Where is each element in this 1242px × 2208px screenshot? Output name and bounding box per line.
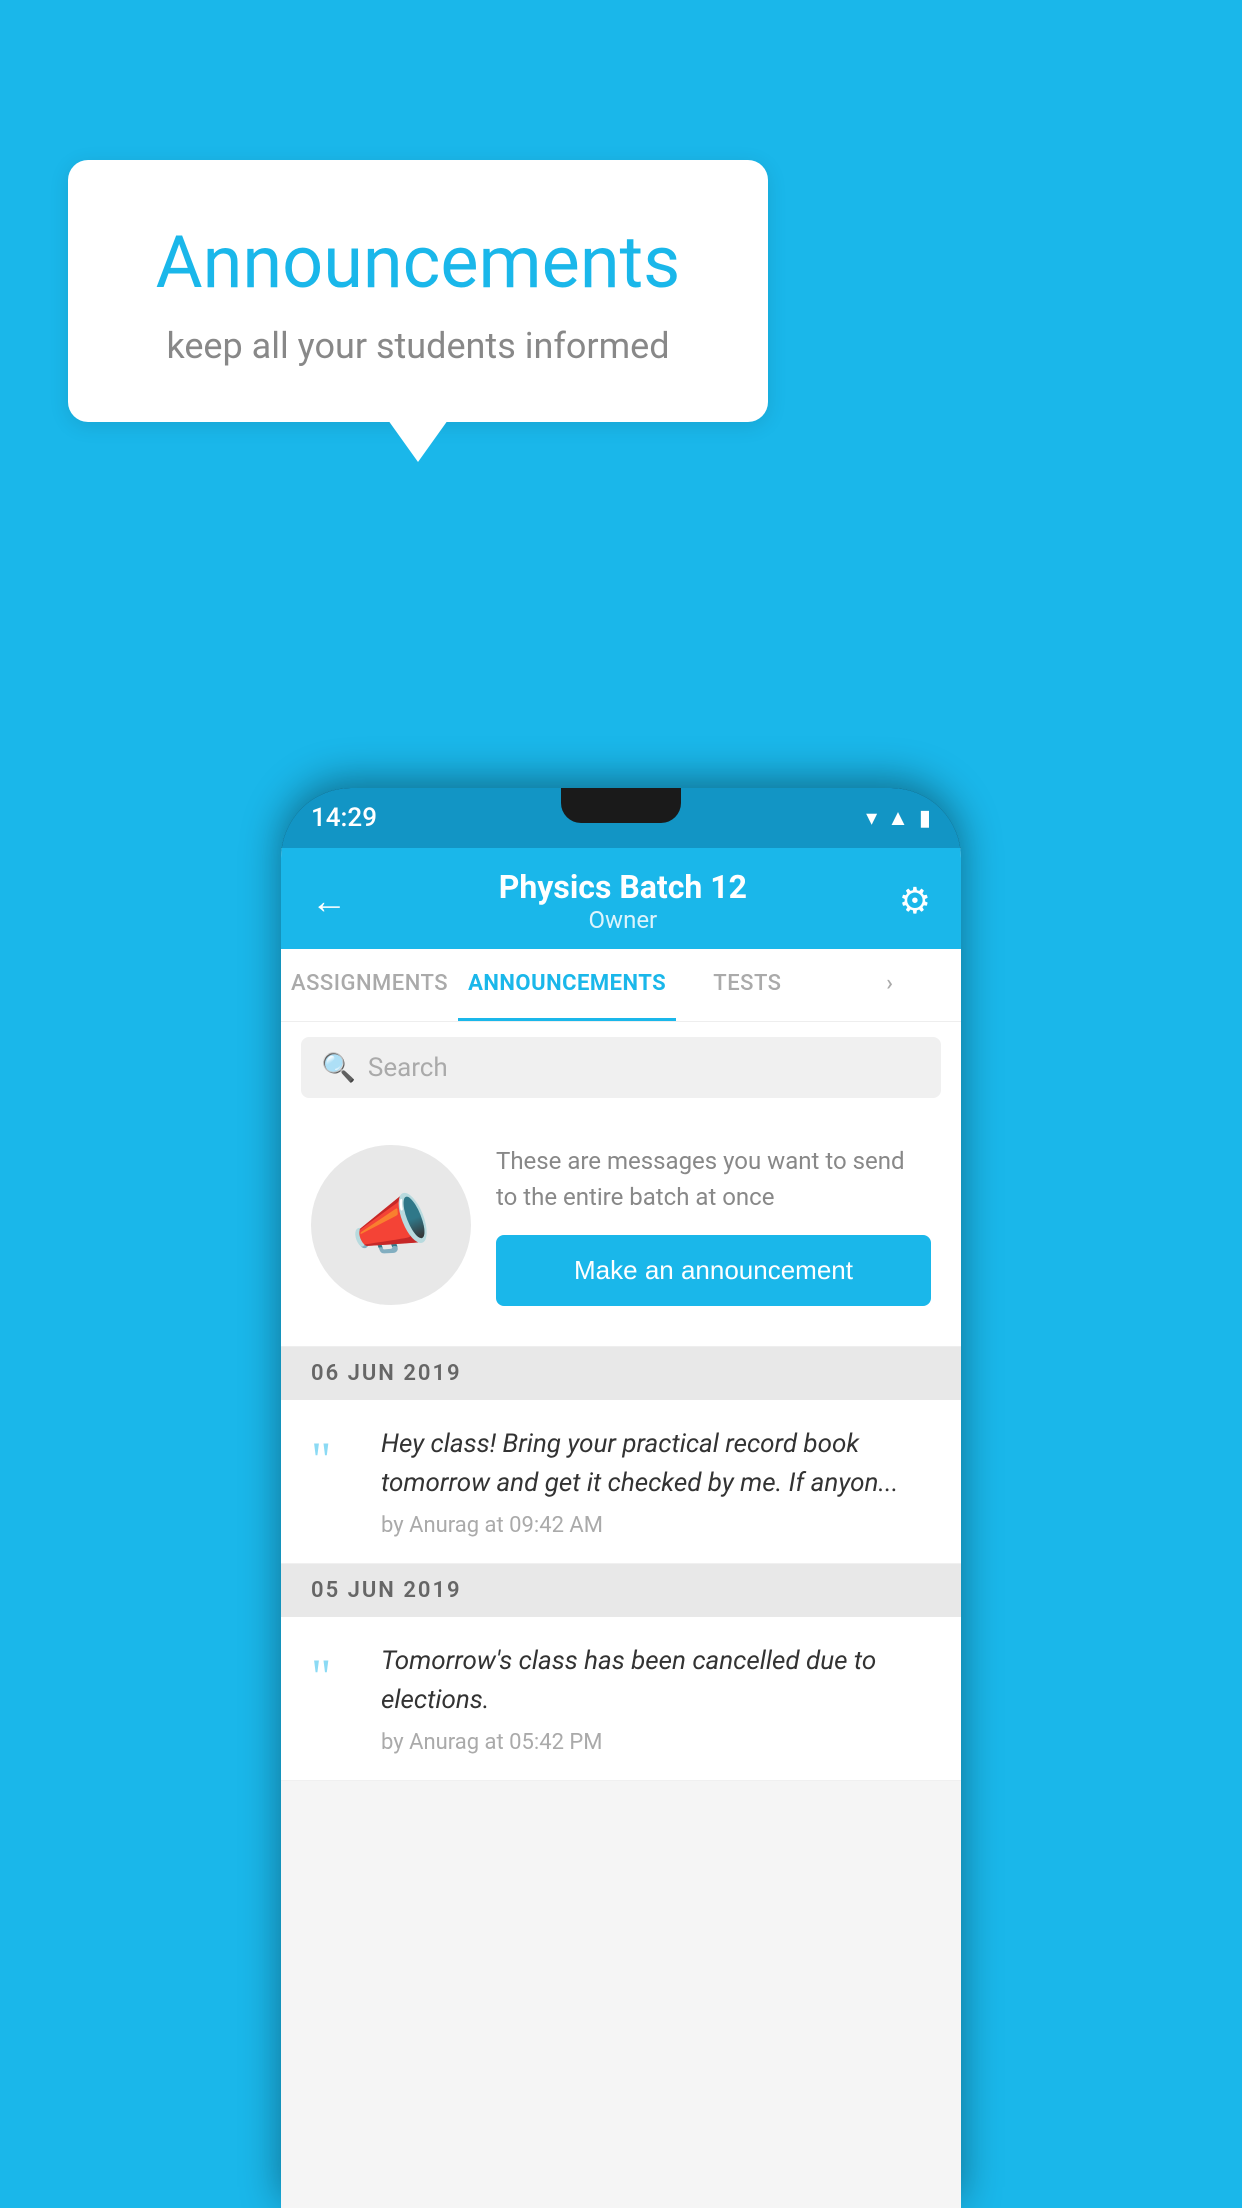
make-announcement-button[interactable]: Make an announcement bbox=[496, 1235, 931, 1306]
announcement-item-1: " Hey class! Bring your practical record… bbox=[281, 1400, 961, 1564]
tab-announcements[interactable]: ANNOUNCEMENTS bbox=[458, 949, 676, 1021]
batch-title: Physics Batch 12 bbox=[347, 868, 899, 906]
quote-icon-1: " bbox=[311, 1430, 361, 1488]
batch-subtitle: Owner bbox=[347, 906, 899, 934]
tab-more[interactable]: › bbox=[819, 949, 961, 1021]
back-button[interactable]: ← bbox=[311, 880, 347, 922]
signal-icon: ▲ bbox=[887, 805, 909, 831]
announcement-meta-1: by Anurag at 09:42 AM bbox=[381, 1513, 931, 1538]
tab-tests[interactable]: TESTS bbox=[676, 949, 818, 1021]
status-bar: 14:29 ▾ ▲ ▮ bbox=[281, 788, 961, 848]
cta-card: 📣 These are messages you want to send to… bbox=[281, 1113, 961, 1347]
settings-button[interactable]: ⚙ bbox=[899, 880, 931, 922]
search-icon: 🔍 bbox=[321, 1051, 356, 1084]
quote-icon-2: " bbox=[311, 1647, 361, 1705]
notch bbox=[561, 788, 681, 823]
phone-frame: 14:29 ▾ ▲ ▮ ← Physics Batch 12 Owner ⚙ A… bbox=[281, 788, 961, 2208]
status-time: 14:29 bbox=[311, 803, 377, 833]
announcement-item-2: " Tomorrow's class has been cancelled du… bbox=[281, 1617, 961, 1781]
announcement-meta-2: by Anurag at 05:42 PM bbox=[381, 1730, 931, 1755]
announcement-content-2: Tomorrow's class has been cancelled due … bbox=[381, 1642, 931, 1755]
speech-bubble-title: Announcements bbox=[118, 220, 718, 305]
megaphone-icon: 📣 bbox=[351, 1187, 432, 1263]
cta-right: These are messages you want to send to t… bbox=[496, 1143, 931, 1306]
phone-inner: ← Physics Batch 12 Owner ⚙ ASSIGNMENTS A… bbox=[281, 848, 961, 2208]
speech-bubble: Announcements keep all your students inf… bbox=[68, 160, 768, 422]
announcement-text-2: Tomorrow's class has been cancelled due … bbox=[381, 1642, 931, 1720]
status-icons: ▾ ▲ ▮ bbox=[866, 805, 931, 831]
date-separator-june-5: 05 JUN 2019 bbox=[281, 1564, 961, 1617]
cta-description: These are messages you want to send to t… bbox=[496, 1143, 931, 1215]
wifi-icon: ▾ bbox=[866, 806, 877, 831]
tab-assignments[interactable]: ASSIGNMENTS bbox=[281, 949, 458, 1021]
search-placeholder-text: Search bbox=[368, 1053, 448, 1083]
search-bar-container: 🔍 Search bbox=[281, 1022, 961, 1113]
tabs-container: ASSIGNMENTS ANNOUNCEMENTS TESTS › bbox=[281, 949, 961, 1022]
header-title-group: Physics Batch 12 Owner bbox=[347, 868, 899, 934]
date-separator-june-6: 06 JUN 2019 bbox=[281, 1347, 961, 1400]
app-header: ← Physics Batch 12 Owner ⚙ bbox=[281, 848, 961, 949]
speech-bubble-subtitle: keep all your students informed bbox=[118, 325, 718, 367]
battery-icon: ▮ bbox=[919, 806, 931, 831]
app-content: 🔍 Search 📣 These are messages you want t… bbox=[281, 1022, 961, 2208]
announcement-content-1: Hey class! Bring your practical record b… bbox=[381, 1425, 931, 1538]
speech-bubble-container: Announcements keep all your students inf… bbox=[68, 160, 768, 422]
cta-icon-circle: 📣 bbox=[311, 1145, 471, 1305]
announcement-text-1: Hey class! Bring your practical record b… bbox=[381, 1425, 931, 1503]
search-input-wrapper[interactable]: 🔍 Search bbox=[301, 1037, 941, 1098]
